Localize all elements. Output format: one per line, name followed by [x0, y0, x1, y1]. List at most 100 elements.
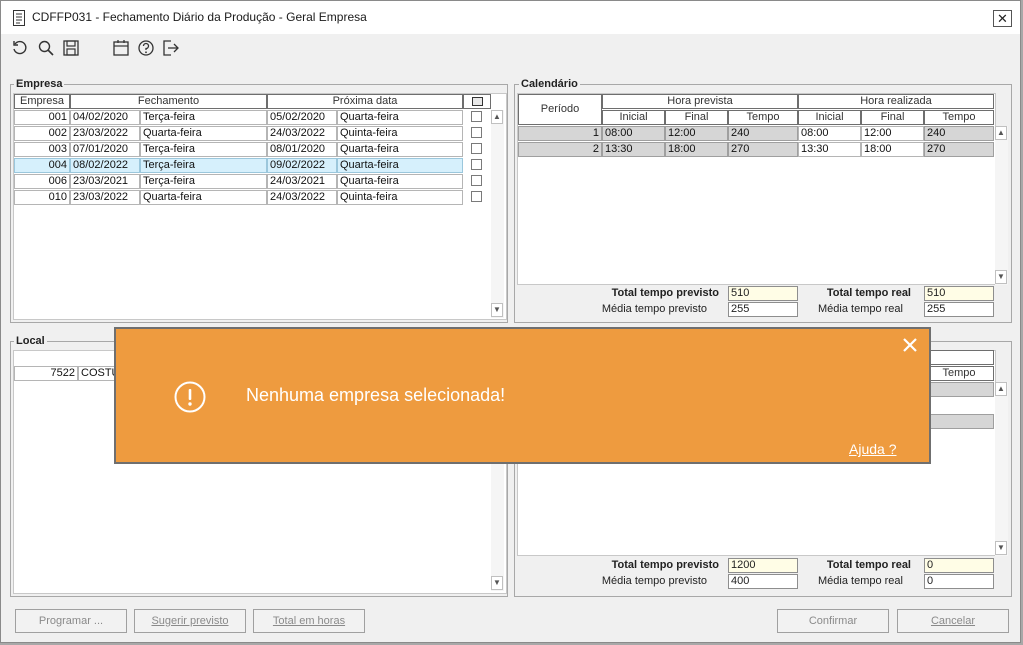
- proxima-day-cell[interactable]: Quarta-feira: [337, 174, 463, 189]
- col-real-tempo[interactable]: Tempo: [924, 110, 994, 125]
- proxima-date-cell[interactable]: 08/01/2020: [267, 142, 337, 157]
- col-hora-prevista[interactable]: Hora prevista: [602, 94, 798, 109]
- proxima-date-cell[interactable]: 09/02/2022: [267, 158, 337, 173]
- prev-inicial-cell[interactable]: 13:30: [602, 142, 665, 157]
- empresa-code-cell[interactable]: 010: [14, 190, 70, 205]
- col-empresa[interactable]: Empresa: [14, 94, 70, 109]
- proxima-date-cell[interactable]: 24/03/2022: [267, 190, 337, 205]
- toast-message: Nenhuma empresa selecionada!: [246, 385, 506, 405]
- cancelar-button[interactable]: Cancelar: [897, 609, 1009, 633]
- row-checkbox[interactable]: [471, 111, 482, 122]
- proxima-date-cell[interactable]: 05/02/2020: [267, 110, 337, 125]
- scroll-up-icon[interactable]: ▲: [995, 126, 1007, 140]
- local-media-real-field[interactable]: 0: [924, 574, 994, 589]
- proxima-date-cell[interactable]: 24/03/2021: [267, 174, 337, 189]
- programar-button[interactable]: Programar ...: [15, 609, 127, 633]
- local-calendar-scrollbar[interactable]: ▲ ▼: [995, 382, 1008, 556]
- empresa-code-cell[interactable]: 002: [14, 126, 70, 141]
- prev-final-cell[interactable]: 12:00: [665, 126, 728, 141]
- local-media-previsto-field[interactable]: 400: [728, 574, 798, 589]
- col-prev-inicial[interactable]: Inicial: [602, 110, 665, 125]
- scroll-up-icon[interactable]: ▲: [491, 110, 503, 124]
- toast-help-link[interactable]: Ajuda ?: [849, 441, 896, 457]
- row-checkbox[interactable]: [471, 127, 482, 138]
- total-previsto-field[interactable]: 510: [728, 286, 798, 301]
- periodo-cell[interactable]: 1: [518, 126, 602, 141]
- scroll-up-icon[interactable]: ▲: [995, 382, 1007, 396]
- fechamento-day-cell[interactable]: Terça-feira: [140, 142, 267, 157]
- scroll-down-icon[interactable]: ▼: [995, 270, 1007, 284]
- sugerir-previsto-button[interactable]: Sugerir previsto: [134, 609, 246, 633]
- fechamento-date-cell[interactable]: 23/03/2021: [70, 174, 140, 189]
- save-icon[interactable]: [62, 39, 80, 57]
- col-select-all[interactable]: [463, 94, 491, 109]
- empresa-code-cell[interactable]: 004: [14, 158, 70, 173]
- toast-close-icon[interactable]: [901, 336, 919, 354]
- fechamento-day-cell[interactable]: Terça-feira: [140, 110, 267, 125]
- media-real-field[interactable]: 255: [924, 302, 994, 317]
- local-total-previsto-field[interactable]: 1200: [728, 558, 798, 573]
- exit-icon[interactable]: [162, 39, 180, 57]
- proxima-day-cell[interactable]: Quarta-feira: [337, 158, 463, 173]
- real-inicial-cell[interactable]: 13:30: [798, 142, 861, 157]
- fechamento-day-cell[interactable]: Quarta-feira: [140, 190, 267, 205]
- col-fechamento[interactable]: Fechamento: [70, 94, 267, 109]
- total-em-horas-button[interactable]: Total em horas: [253, 609, 365, 633]
- row-checkbox[interactable]: [471, 191, 482, 202]
- real-final-cell[interactable]: 12:00: [861, 126, 924, 141]
- proxima-day-cell[interactable]: Quinta-feira: [337, 126, 463, 141]
- prev-inicial-cell[interactable]: 08:00: [602, 126, 665, 141]
- refresh-icon[interactable]: [11, 39, 29, 57]
- calendar-icon[interactable]: [112, 39, 130, 57]
- scroll-down-icon[interactable]: ▼: [491, 303, 503, 317]
- real-inicial-cell[interactable]: 08:00: [798, 126, 861, 141]
- col-hora-realizada[interactable]: Hora realizada: [798, 94, 994, 109]
- real-tempo-cell[interactable]: 270: [924, 142, 994, 157]
- row-checkbox[interactable]: [471, 143, 482, 154]
- proxima-day-cell[interactable]: Quarta-feira: [337, 110, 463, 125]
- fechamento-day-cell[interactable]: Terça-feira: [140, 174, 267, 189]
- total-real-field[interactable]: 510: [924, 286, 994, 301]
- fechamento-date-cell[interactable]: 23/03/2022: [70, 126, 140, 141]
- local-col-tempo[interactable]: Tempo: [924, 366, 994, 381]
- scroll-down-icon[interactable]: ▼: [995, 541, 1007, 555]
- local-total-real-field[interactable]: 0: [924, 558, 994, 573]
- real-final-cell[interactable]: 18:00: [861, 142, 924, 157]
- proxima-date-cell[interactable]: 24/03/2022: [267, 126, 337, 141]
- fechamento-day-cell[interactable]: Quarta-feira: [140, 126, 267, 141]
- col-prev-tempo[interactable]: Tempo: [728, 110, 798, 125]
- empresa-scrollbar[interactable]: ▲ ▼: [491, 110, 504, 318]
- empresa-code-cell[interactable]: 006: [14, 174, 70, 189]
- calendario-scrollbar[interactable]: ▲ ▼: [995, 126, 1008, 285]
- col-real-inicial[interactable]: Inicial: [798, 110, 861, 125]
- scroll-down-icon[interactable]: ▼: [491, 576, 503, 590]
- fechamento-date-cell[interactable]: 08/02/2022: [70, 158, 140, 173]
- prev-tempo-cell[interactable]: 270: [728, 142, 798, 157]
- col-proxima-data[interactable]: Próxima data: [267, 94, 463, 109]
- prev-tempo-cell[interactable]: 240: [728, 126, 798, 141]
- help-icon[interactable]: [137, 39, 155, 57]
- fechamento-day-cell[interactable]: Terça-feira: [140, 158, 267, 173]
- calendario-title: Calendário: [519, 78, 580, 90]
- media-previsto-field[interactable]: 255: [728, 302, 798, 317]
- col-periodo[interactable]: Período: [518, 94, 602, 125]
- proxima-day-cell[interactable]: Quinta-feira: [337, 190, 463, 205]
- periodo-cell[interactable]: 2: [518, 142, 602, 157]
- row-checkbox[interactable]: [471, 175, 482, 186]
- window-close-button[interactable]: ✕: [993, 10, 1012, 27]
- fechamento-date-cell[interactable]: 23/03/2022: [70, 190, 140, 205]
- fechamento-date-cell[interactable]: 04/02/2020: [70, 110, 140, 125]
- col-real-final[interactable]: Final: [861, 110, 924, 125]
- search-icon[interactable]: [37, 39, 55, 57]
- local-code-cell[interactable]: 7522: [14, 366, 78, 381]
- empresa-code-cell[interactable]: 001: [14, 110, 70, 125]
- fechamento-date-cell[interactable]: 07/01/2020: [70, 142, 140, 157]
- col-prev-final[interactable]: Final: [665, 110, 728, 125]
- warning-toast: Nenhuma empresa selecionada! Ajuda ?: [114, 327, 931, 464]
- proxima-day-cell[interactable]: Quarta-feira: [337, 142, 463, 157]
- confirmar-button[interactable]: Confirmar: [777, 609, 889, 633]
- real-tempo-cell[interactable]: 240: [924, 126, 994, 141]
- row-checkbox[interactable]: [471, 159, 482, 170]
- empresa-code-cell[interactable]: 003: [14, 142, 70, 157]
- prev-final-cell[interactable]: 18:00: [665, 142, 728, 157]
